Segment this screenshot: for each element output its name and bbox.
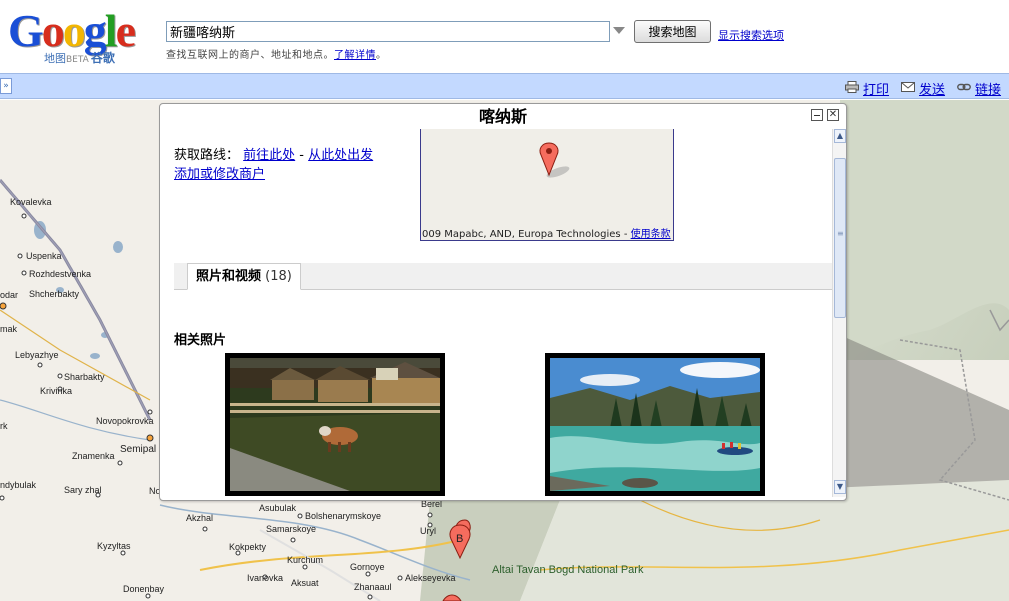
place-label[interactable]: ndybulak (0, 480, 36, 490)
tab-count: (18) (265, 269, 292, 284)
tab-photos-videos[interactable]: 照片和视频 (18) (187, 263, 301, 290)
place-label[interactable]: Ivanovka (247, 573, 283, 583)
place-label[interactable]: Samarskoye (266, 524, 316, 534)
park-label[interactable]: Altai Tavan Bogd National Park (492, 564, 643, 576)
directions-from-here-link[interactable]: 从此处出发 (308, 148, 373, 163)
photo-cabins-cow (230, 358, 440, 491)
place-label[interactable]: Krivinka (40, 386, 72, 396)
photo-river-rafting (550, 358, 760, 491)
scrollbar-thumb[interactable] (834, 158, 846, 318)
search-hint-text: 查找互联网上的商户、地址和地点。 (166, 50, 334, 61)
place-label[interactable]: Kyzyltas (97, 541, 131, 551)
place-label[interactable]: Bolshenarymskoye (305, 511, 381, 521)
search-maps-button[interactable]: 搜索地图 (634, 20, 711, 43)
print-icon[interactable] (845, 81, 859, 93)
place-label[interactable]: Shcherbakty (29, 289, 79, 299)
info-window-scrollbar[interactable]: ▲ ▼ (832, 129, 846, 497)
place-label[interactable]: Zhanaaul (354, 582, 392, 592)
tab-strip: 照片和视频 (18) (174, 263, 832, 290)
info-window-title: 喀纳斯 (478, 107, 527, 126)
mini-map-copyright: 009 Mapabc, AND, Europa Technologies - 使… (422, 225, 671, 240)
place-label[interactable]: Akzhal (186, 513, 213, 523)
directions-separator: - (295, 148, 309, 163)
directions-to-here-link[interactable]: 前往此处 (243, 148, 295, 163)
edit-business-link[interactable]: 添加或修改商户 (174, 167, 265, 182)
place-label[interactable]: Kurchum (287, 555, 323, 565)
logo-letter: e (115, 5, 136, 56)
place-label[interactable]: Semipal (120, 444, 156, 455)
logo-chinese-brand: 谷歌 (90, 51, 115, 65)
email-icon[interactable] (901, 81, 915, 93)
directions-block: 获取路线： 前往此处 - 从此处出发 添加或修改商户 (174, 146, 373, 184)
place-label[interactable]: Rozhdestvenka (29, 269, 91, 279)
place-label[interactable]: Uryl (420, 526, 436, 536)
logo-beta-label: BETA (66, 55, 89, 65)
link-link[interactable]: 链接 (975, 79, 1001, 98)
header: Google 地图BETA谷歌 搜索地图 显示搜索选项 查找互联网上的商户、地址… (0, 0, 1009, 72)
search-hint: 查找互联网上的商户、地址和地点。了解详情。 (166, 46, 387, 61)
place-label[interactable]: Kovalevka (10, 197, 52, 207)
search-hint-suffix: 。 (376, 50, 387, 61)
logo-wordmark: Google (8, 5, 136, 56)
place-label[interactable]: Uspenka (26, 251, 62, 261)
place-label[interactable]: Sharbakty (64, 372, 105, 382)
mini-map[interactable]: 009 Mapabc, AND, Europa Technologies - 使… (420, 129, 674, 241)
marker-b-label: B (456, 533, 463, 545)
place-label[interactable]: Alekseyevka (405, 573, 456, 583)
place-label[interactable]: Asubulak (259, 503, 296, 513)
learn-more-link[interactable]: 了解详情 (334, 50, 376, 61)
collapse-panel-button[interactable]: » (0, 78, 12, 94)
terms-of-use-link[interactable]: 使用条款 (631, 229, 671, 240)
tab-label: 照片和视频 (196, 269, 262, 284)
place-label[interactable]: odar (0, 290, 18, 300)
map-toolbar: » 打印 发送 链接 (0, 73, 1009, 99)
photo-thumbnail[interactable] (225, 353, 445, 496)
close-icon[interactable]: ✕ (827, 109, 839, 121)
place-label[interactable]: Lebyazhye (15, 350, 59, 360)
logo-subtitle: 地图BETA 谷歌 (44, 49, 115, 66)
show-search-options-link[interactable]: 显示搜索选项 (718, 27, 784, 43)
search-input[interactable] (166, 21, 610, 42)
chain-link-icon[interactable] (957, 81, 971, 93)
place-label[interactable]: rk (0, 421, 8, 431)
scroll-down-icon[interactable]: ▼ (834, 480, 846, 494)
place-label[interactable]: Aksuat (291, 578, 319, 588)
place-label[interactable]: mak (0, 324, 17, 334)
place-label[interactable]: Gornoye (350, 562, 385, 572)
google-maps-logo[interactable]: Google 地图BETA 谷歌 (8, 8, 156, 66)
place-label[interactable]: Donenbay (123, 584, 164, 594)
place-label[interactable]: Novopokrovka (96, 416, 154, 426)
scroll-up-icon[interactable]: ▲ (834, 129, 846, 143)
info-window: 喀纳斯 ✕ 获取路线： 前往此处 - 从此处出发 添加或修改商户 009 Map… (159, 103, 847, 501)
logo-letter: G (8, 5, 44, 56)
place-label[interactable]: Znamenka (72, 451, 115, 461)
logo-maps-label: 地图 (44, 52, 66, 65)
search-history-dropdown-icon[interactable] (613, 27, 625, 34)
copyright-text: 009 Mapabc, AND, Europa Technologies - (422, 229, 631, 240)
info-window-body: 获取路线： 前往此处 - 从此处出发 添加或修改商户 009 Mapabc, A… (161, 129, 832, 499)
send-link[interactable]: 发送 (919, 79, 945, 98)
place-label[interactable]: Kokpekty (229, 542, 266, 552)
photo-thumbnail[interactable] (545, 353, 765, 496)
place-label[interactable]: Sary zhal (64, 485, 102, 495)
directions-label: 获取路线： (174, 148, 240, 163)
location-marker-icon[interactable] (538, 142, 570, 178)
related-photos-heading: 相关照片 (174, 333, 227, 348)
minimize-icon[interactable] (811, 109, 823, 121)
print-link[interactable]: 打印 (863, 79, 889, 98)
